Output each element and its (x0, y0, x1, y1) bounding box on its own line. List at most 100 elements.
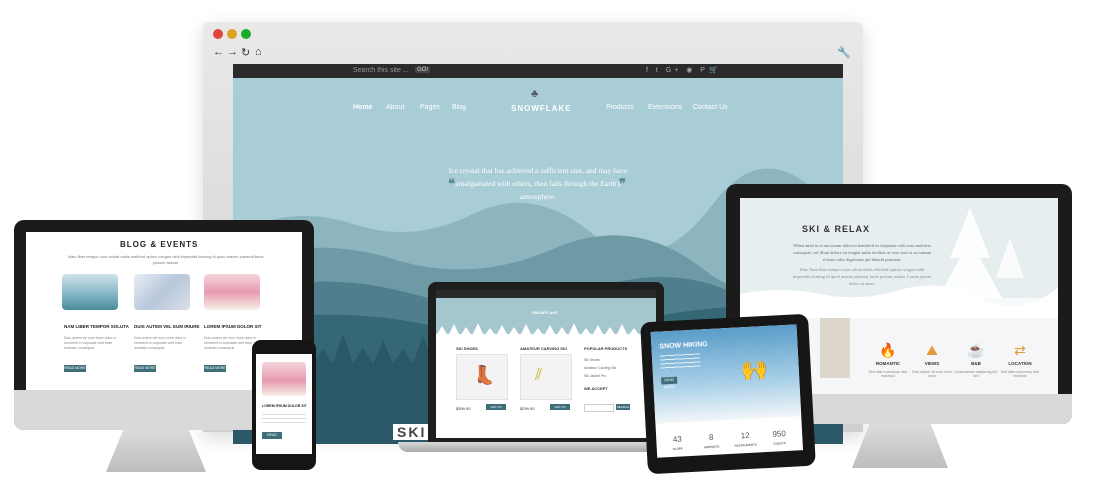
feature-label: VIEWS (924, 361, 940, 366)
sidebar-item[interactable]: Amateur Carving Ski (584, 366, 616, 370)
product-image-ski-shoes[interactable]: 👢 (456, 354, 508, 400)
post-title[interactable]: LOREM IPSUM DOLOR SIT (204, 324, 262, 329)
feature-bnb: ☕ B&B (956, 342, 996, 366)
boot-icon: 👢 (473, 365, 496, 385)
stat-label: AIRPORTS (703, 444, 720, 450)
nav-about[interactable]: About (386, 104, 404, 111)
quote-close-icon: ❞ (619, 176, 626, 191)
sidebar-item[interactable]: Ski Shoes (584, 358, 600, 362)
sidebar-search-input[interactable] (584, 404, 614, 412)
snow-hiking-hero (650, 324, 802, 424)
feature-desc: Consectetuer adipiscing elit, sed (954, 370, 998, 378)
phone-post-text (262, 414, 306, 426)
campfire-icon: 🔥 (879, 342, 897, 358)
feature-desc: Duis autem vel eum iriure dolor (912, 370, 952, 378)
read-more-button[interactable]: READ MORE (661, 376, 678, 389)
site-search-input[interactable]: Search this site ... (353, 67, 409, 74)
stat-label: GUESTS (773, 441, 786, 446)
site-topbar: Search this site ... GO! f t G+ ◉ P 🛒 (233, 64, 843, 78)
feature-label: LOCATION (1008, 361, 1032, 366)
phone-post-title[interactable]: LOREM IPSUM DOLOR SIT (262, 404, 307, 408)
feature-views: ⛰ VIEWS (912, 342, 952, 366)
hikers-icon: 🙌 (740, 355, 769, 383)
imac-left-stand (106, 428, 206, 472)
product-name[interactable]: AMATEUR CARVING SKI (520, 346, 567, 351)
post-text: Duis autem vel eum iriure dolor in hendr… (64, 336, 117, 350)
stat-value: 43 (672, 434, 682, 444)
tablet: SNOW HIKING READ MORE 🙌 43 8 12 950 SLOP… (640, 313, 816, 475)
read-more-button[interactable]: READ MORE (204, 365, 226, 372)
post-image-lake[interactable] (62, 274, 118, 310)
feature-label: ROMANTIC (875, 361, 901, 366)
snow-hiking-text (659, 353, 701, 372)
stat-value: 8 (708, 432, 714, 443)
minimize-button[interactable] (227, 29, 237, 39)
stat-label: SLOPE (672, 446, 683, 451)
nav-products[interactable]: Products (606, 104, 634, 111)
post-text: Duis autem vel eum iriure dolor in hendr… (134, 336, 187, 350)
blog-events-title: BLOG & EVENTS (120, 240, 199, 249)
post-image-kids[interactable] (204, 274, 260, 310)
post-title[interactable]: DUIS AUTEM VEL EUM IRIURE (134, 324, 200, 329)
laptop-logo[interactable]: SNOWFLAKE (532, 310, 558, 315)
social-icons[interactable]: f t G+ ◉ P (646, 66, 708, 74)
feature-label: B&B (971, 361, 981, 366)
tablet-screen: SNOW HIKING READ MORE 🙌 43 8 12 950 SLOP… (650, 324, 804, 458)
site-logo[interactable]: SNOWFLAKE (511, 104, 572, 113)
mountain-icon: ⛰ (926, 342, 938, 358)
feature-romantic: 🔥 ROMANTIC (868, 342, 908, 366)
sidebar-item[interactable]: Ski Jacket Pro (584, 374, 606, 378)
maximize-button[interactable] (241, 29, 251, 39)
phone-screen: LOREM IPSUM DOLOR SIT READ MORE (256, 354, 312, 454)
post-image-skier[interactable] (134, 274, 190, 310)
feature-location: ⇄ LOCATION (1000, 342, 1040, 366)
nav-home[interactable]: Home (353, 104, 372, 111)
wrench-icon[interactable]: 🔧 (837, 46, 851, 59)
laptop-screen: SNOWFLAKE SKI SHOES AMATEUR CARVING SKI … (436, 290, 656, 438)
home-icon[interactable]: ⌂ (255, 46, 262, 58)
feature-desc: Sed diam nonummy nibh euismod (1000, 370, 1040, 378)
nav-blog[interactable]: Blog (452, 104, 466, 111)
imac-right-stand (852, 424, 948, 468)
snowflake-tree-logo-icon: ♣ (531, 88, 539, 100)
we-accept-heading: WE ACCEPT (584, 386, 608, 391)
feature-desc: Sed diam nonummy nibh euismod (868, 370, 908, 378)
coffee-icon: ☕ (967, 342, 985, 358)
reload-icon[interactable]: ↻ (241, 46, 250, 59)
ski-relax-text-2: Duis Nam liber tempor cum soluta nobis e… (792, 267, 932, 286)
laptop-tree-line (436, 323, 656, 336)
post-title[interactable]: NAM LIBER TEMPOR SOLUTA (64, 324, 129, 329)
hero-quote: Ice crystal that has achieved a sufficie… (448, 166, 628, 201)
smartphone: LOREM IPSUM DOLOR SIT READ MORE (252, 340, 316, 470)
stat-label: RESTAURANTS (734, 442, 758, 448)
stat-value: 950 (772, 429, 787, 439)
signpost-icon: ⇄ (1014, 342, 1026, 358)
read-more-button[interactable]: READ MORE (64, 365, 86, 372)
blog-events-subtitle: Nam liber tempor cum soluta nobis eleife… (68, 254, 264, 265)
product-image-carving-ski[interactable]: ⫽ (520, 354, 572, 400)
product-price: $299.00 (520, 406, 535, 411)
ski-relax-text: When amet in et ancorsum dolor in hendre… (792, 243, 932, 262)
product-name[interactable]: SKI SHOES (456, 346, 478, 351)
laptop-topbar (436, 290, 656, 298)
sidebar-search-button[interactable]: SEARCH (616, 404, 630, 410)
ski-icon: ⫽ (535, 367, 543, 384)
nav-pages[interactable]: Pages (420, 104, 440, 111)
add-to-cart-button[interactable]: ADD TO CART (486, 404, 506, 415)
site-search-go-button[interactable]: GO! (415, 67, 431, 73)
back-icon[interactable]: ← (213, 46, 224, 58)
read-more-button[interactable]: READ MORE (262, 432, 282, 444)
browser-toolbar: ← → ↻ ⌂ 🔧 (203, 44, 863, 64)
phone-post-image[interactable] (262, 362, 306, 396)
close-button[interactable] (213, 29, 223, 39)
laptop: SNOWFLAKE SKI SHOES AMATEUR CARVING SKI … (428, 282, 664, 444)
add-to-cart-button[interactable]: ADD TO CART (550, 404, 570, 415)
ski-relax-title: SKI & RELAX (802, 224, 871, 234)
forward-icon[interactable]: → (227, 46, 238, 58)
cart-icon[interactable]: 🛒 (709, 66, 718, 74)
read-more-button[interactable]: READ MORE (134, 365, 156, 372)
nav-extensions[interactable]: Extensions (648, 104, 682, 111)
browser-titlebar (203, 22, 863, 44)
popular-products-heading: POPULAR PRODUCTS (584, 346, 628, 351)
nav-contact[interactable]: Contact Us (693, 104, 728, 111)
